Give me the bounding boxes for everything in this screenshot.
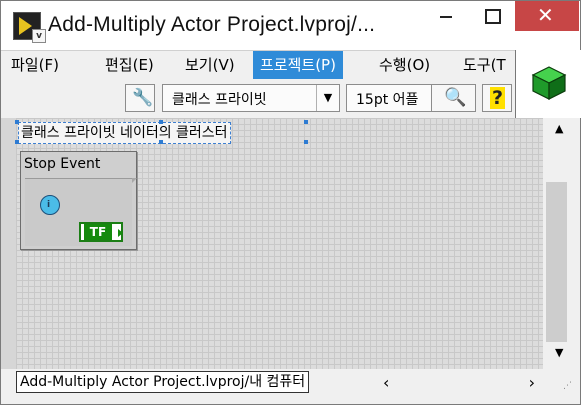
menu-operate[interactable]: 수행(O)	[372, 51, 437, 79]
project-path: Add-Multiply Actor Project.lvproj/내 컴퓨터	[16, 371, 310, 393]
block-diagram-canvas[interactable]: 클래스 프라이빗 네이터의 클러스터 Stop Event i TF	[15, 118, 543, 369]
class-scope-dropdown[interactable]: 클래스 프라이빗 ▼	[162, 84, 340, 112]
cluster-label[interactable]: 클래스 프라이빗 네이터의 클러스터	[18, 122, 231, 144]
selection-handle[interactable]	[304, 140, 308, 144]
class-cube-icon	[531, 66, 567, 100]
labview-app-icon: v	[13, 12, 46, 43]
minimize-button[interactable]	[423, 1, 469, 31]
event-data-node-icon[interactable]: i	[40, 195, 60, 215]
scroll-right-icon[interactable]: ›	[529, 373, 535, 392]
selection-handle[interactable]	[304, 120, 308, 124]
context-help-button[interactable]: ?	[482, 84, 512, 112]
scroll-up-icon[interactable]: ▲	[555, 122, 563, 135]
app-window: v Add-Multiply Actor Project.lvproj/... …	[0, 0, 581, 405]
status-bar: Add-Multiply Actor Project.lvproj/내 컴퓨터 …	[1, 369, 580, 404]
class-properties-button[interactable]: 🔧	[125, 84, 155, 112]
close-button[interactable]: ✕	[515, 1, 579, 31]
menu-project[interactable]: 프로젝트(P)	[253, 51, 343, 79]
event-structure[interactable]: Stop Event i TF	[20, 151, 137, 250]
dropdown-arrow-icon[interactable]: ▼	[316, 85, 339, 111]
selection-handle[interactable]	[15, 140, 19, 144]
scroll-thumb[interactable]	[546, 182, 567, 342]
minimize-icon	[440, 16, 452, 18]
window-title: Add-Multiply Actor Project.lvproj/...	[48, 13, 376, 36]
horizontal-scrollbar[interactable]: ‹ ›	[376, 371, 541, 393]
scroll-down-icon[interactable]: ▼	[555, 346, 563, 359]
play-icon	[19, 17, 32, 35]
close-icon: ✕	[537, 3, 554, 27]
selection-handle[interactable]	[15, 120, 19, 124]
class-scope-value: 클래스 프라이빗	[172, 92, 267, 108]
help-icon: ?	[490, 87, 506, 109]
font-dropdown[interactable]: 15pt 어플	[346, 84, 432, 112]
wrench-icon: 🔧	[132, 88, 154, 108]
menu-file[interactable]: 파일(F)	[4, 51, 66, 79]
event-case-body[interactable]: i TF	[25, 178, 132, 246]
title-bar[interactable]: v Add-Multiply Actor Project.lvproj/... …	[1, 1, 580, 50]
boolean-constant[interactable]: TF	[79, 222, 123, 242]
resize-grip-icon[interactable]: ⋰	[563, 382, 572, 391]
menu-view[interactable]: 보기(V)	[178, 51, 242, 79]
toolbar: 🔧 클래스 프라이빗 ▼ 15pt 어플 🔍 ?	[1, 80, 515, 119]
selection-handle[interactable]	[159, 140, 163, 144]
search-button[interactable]: 🔍	[431, 84, 476, 112]
menu-bar: 파일(F) 편집(E) 보기(V) 프로젝트(P) 수행(O) 도구(T	[1, 50, 515, 80]
event-case-header[interactable]: Stop Event	[21, 152, 136, 176]
boolean-label: TF	[84, 224, 112, 240]
maximize-icon	[485, 9, 501, 24]
selection-handle[interactable]	[159, 120, 163, 124]
font-value: 15pt 어플	[356, 92, 419, 108]
scroll-left-icon[interactable]: ‹	[383, 373, 389, 392]
vertical-scrollbar[interactable]: ▲ ▼	[543, 118, 580, 369]
output-terminal-icon	[118, 229, 123, 237]
vi-icon-pane[interactable]	[515, 50, 581, 119]
search-icon: 🔍	[444, 87, 467, 108]
menu-edit[interactable]: 편집(E)	[98, 51, 161, 79]
left-gutter	[1, 118, 16, 369]
vi-badge-icon: v	[32, 29, 46, 43]
maximize-button[interactable]	[469, 1, 515, 31]
menu-tools[interactable]: 도구(T	[456, 51, 513, 79]
